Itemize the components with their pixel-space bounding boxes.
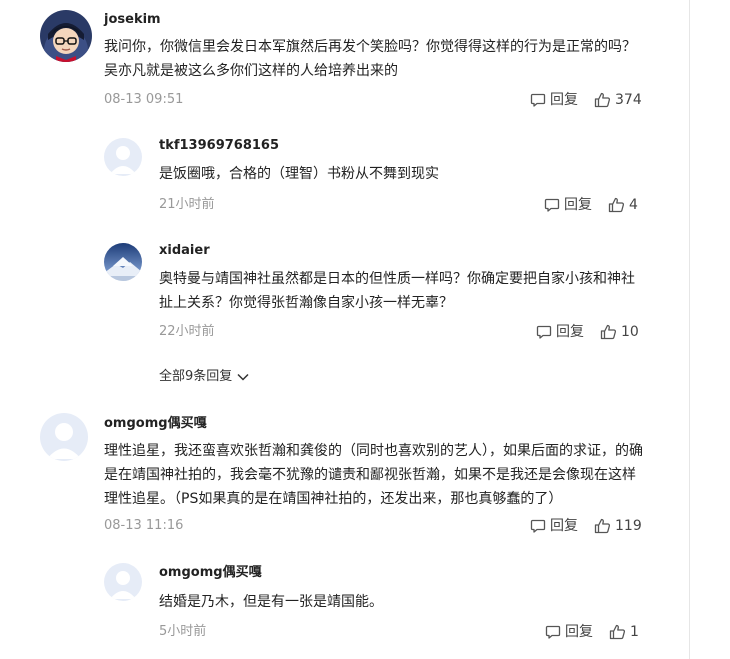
cartoon-avatar-icon	[40, 10, 92, 62]
comment-actions: 回复 374	[530, 92, 642, 108]
mountain-landscape-avatar-icon	[104, 243, 142, 281]
comment-actions: 回复 4	[544, 197, 638, 213]
comment-josekim: josekim 我问你，你微信里会发日本军旗然后再发个笑脸吗？你觉得得这样的行为…	[40, 10, 690, 115]
comment-actions: 回复 10	[536, 324, 639, 340]
thumbs-up-icon	[609, 624, 626, 640]
reply-button[interactable]: 回复	[530, 518, 578, 534]
thumbs-up-icon	[608, 197, 625, 213]
show-all-replies-link[interactable]: 全部9条回复	[159, 369, 249, 385]
like-count: 1	[630, 624, 639, 640]
avatar[interactable]	[40, 413, 88, 461]
like-count: 4	[629, 197, 638, 213]
comment-actions: 回复 1	[545, 624, 639, 640]
timestamp: 08-13 09:51	[104, 92, 184, 107]
username[interactable]: omgomg偶买嘎	[104, 416, 207, 432]
reply-button[interactable]: 回复	[530, 92, 578, 108]
chevron-down-icon	[237, 373, 249, 381]
reply-label: 回复	[556, 324, 584, 340]
like-count: 374	[615, 92, 642, 108]
username[interactable]: omgomg偶买嘎	[159, 565, 262, 581]
like-button[interactable]: 1	[609, 624, 639, 640]
like-button[interactable]: 119	[594, 518, 642, 534]
like-button[interactable]: 374	[594, 92, 642, 108]
username[interactable]: xidaier	[159, 243, 210, 259]
reply-label: 回复	[564, 197, 592, 213]
avatar[interactable]	[104, 563, 142, 601]
default-user-avatar-icon	[40, 413, 88, 461]
comment-text: 我问你，你微信里会发日本军旗然后再发个笑脸吗？你觉得得这样的行为是正常的吗？吴亦…	[104, 39, 636, 79]
reply-xidaier: xidaier 奥特曼与靖国神社虽然都是日本的但性质一样吗？你确定要把自家小孩和…	[104, 243, 690, 343]
like-button[interactable]: 10	[600, 324, 639, 340]
reply-label: 回复	[550, 92, 578, 108]
avatar[interactable]	[104, 243, 142, 281]
avatar[interactable]	[40, 10, 92, 62]
comment-text: 奥特曼与靖国神社虽然都是日本的但性质一样吗？你确定要把自家小孩和神社扯上关系？你…	[159, 271, 635, 311]
comment-bubble-icon	[530, 519, 546, 533]
comment-bubble-icon	[536, 325, 552, 339]
comment-bubble-icon	[530, 93, 546, 107]
reply-button[interactable]: 回复	[545, 624, 593, 640]
reply-label: 回复	[550, 518, 578, 534]
default-user-avatar-icon	[104, 563, 142, 601]
avatar[interactable]	[104, 138, 142, 176]
reply-tkf13969768165: tkf13969768165 是饭圈哦，合格的（理智）书粉从不舞到现实 21小时…	[104, 138, 690, 218]
like-button[interactable]: 4	[608, 197, 638, 213]
thumbs-up-icon	[594, 518, 611, 534]
comment-text: 理性追星，我还蛮喜欢张哲瀚和龚俊的（同时也喜欢别的艺人），如果后面的求证，的确是…	[104, 443, 643, 507]
timestamp: 08-13 11:16	[104, 518, 184, 533]
default-user-avatar-icon	[104, 138, 142, 176]
comment-bubble-icon	[544, 198, 560, 212]
timestamp: 21小时前	[159, 197, 215, 212]
reply-button[interactable]: 回复	[544, 197, 592, 213]
reply-omgomg: omgomg偶买嘎 结婚是乃木，但是有一张是靖国能。 5小时前 回复 1	[104, 563, 690, 648]
comment-bubble-icon	[545, 625, 561, 639]
username[interactable]: tkf13969768165	[159, 138, 279, 154]
comment-text: 是饭圈哦，合格的（理智）书粉从不舞到现实	[159, 166, 439, 182]
like-count: 10	[621, 324, 639, 340]
timestamp: 5小时前	[159, 624, 207, 639]
timestamp: 22小时前	[159, 324, 215, 339]
show-all-replies-label: 全部9条回复	[159, 369, 233, 384]
like-count: 119	[615, 518, 642, 534]
reply-button[interactable]: 回复	[536, 324, 584, 340]
comment-omgomg: omgomg偶买嘎 理性追星，我还蛮喜欢张哲瀚和龚俊的（同时也喜欢别的艺人），如…	[40, 413, 690, 543]
username[interactable]: josekim	[104, 12, 161, 28]
comment-actions: 回复 119	[530, 518, 642, 534]
reply-label: 回复	[565, 624, 593, 640]
comment-text: 结婚是乃木，但是有一张是靖国能。	[159, 594, 383, 610]
thumbs-up-icon	[600, 324, 617, 340]
thumbs-up-icon	[594, 92, 611, 108]
